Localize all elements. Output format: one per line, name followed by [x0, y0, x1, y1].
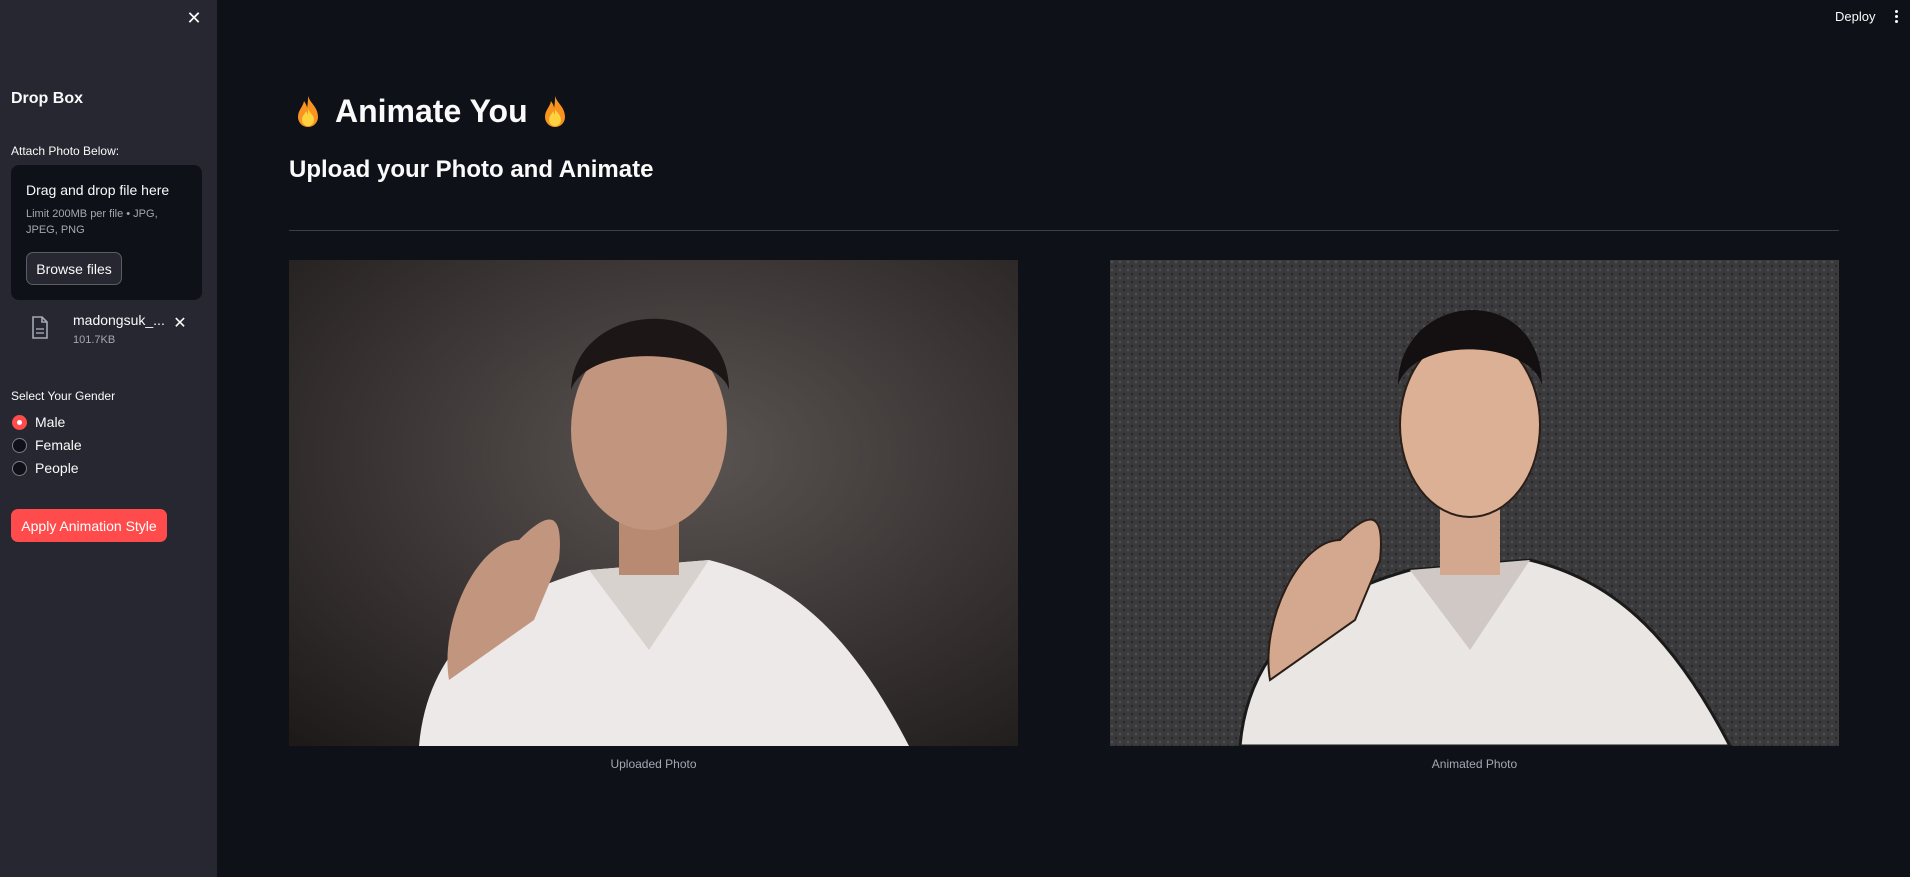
- browse-files-button[interactable]: Browse files: [26, 252, 122, 285]
- apply-animation-button[interactable]: Apply Animation Style: [11, 509, 167, 542]
- divider: [289, 230, 1839, 231]
- radio-male[interactable]: Male: [12, 413, 65, 431]
- page-title-row: Animate You: [295, 93, 568, 130]
- page-subtitle: Upload your Photo and Animate: [289, 156, 654, 183]
- dropzone-limit: Limit 200MB per file • JPG, JPEG, PNG: [26, 208, 158, 236]
- file-size: 101.7KB: [73, 334, 116, 346]
- file-icon: [32, 316, 48, 339]
- radio-selected-icon: [12, 414, 27, 430]
- remove-file-icon[interactable]: ✕: [172, 316, 188, 332]
- attach-photo-label: Attach Photo Below:: [11, 144, 120, 158]
- fire-icon: [544, 95, 565, 127]
- fire-icon: [298, 95, 318, 127]
- sidebar-close-icon[interactable]: ✕: [186, 9, 202, 27]
- file-dropzone[interactable]: Drag and drop file here Limit 200MB per …: [11, 165, 202, 300]
- radio-label: People: [35, 460, 79, 476]
- kebab-menu-icon[interactable]: [1893, 9, 1899, 25]
- radio-label: Female: [35, 437, 82, 453]
- file-name: madongsuk_...: [73, 312, 165, 328]
- radio-label: Male: [35, 414, 66, 430]
- page-title: Animate You: [335, 93, 528, 129]
- radio-female[interactable]: Female: [12, 436, 82, 454]
- animated-photo-caption: Animated Photo: [1431, 757, 1518, 771]
- sidebar-heading: Drop Box: [11, 90, 83, 107]
- gender-label: Select Your Gender: [11, 389, 116, 403]
- deploy-button[interactable]: Deploy: [1835, 9, 1875, 24]
- uploaded-photo-caption: Uploaded Photo: [610, 757, 697, 771]
- uploaded-file-item: madongsuk_... 101.7KB ✕: [30, 310, 200, 350]
- animated-photo: [1110, 260, 1839, 746]
- sidebar: ✕ Drop Box Attach Photo Below: Drag and …: [0, 0, 217, 877]
- radio-unselected-icon: [12, 437, 27, 453]
- dropzone-title: Drag and drop file here: [26, 182, 170, 198]
- radio-people[interactable]: People: [12, 459, 79, 477]
- radio-unselected-icon: [12, 460, 27, 476]
- uploaded-photo: [289, 260, 1018, 746]
